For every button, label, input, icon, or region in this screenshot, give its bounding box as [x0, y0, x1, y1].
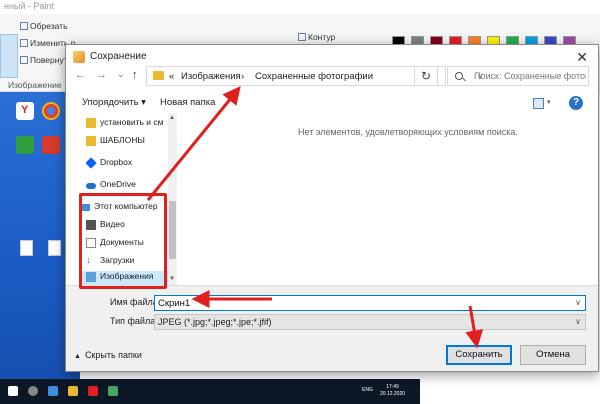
sidebar-item-label: установить и см — [100, 117, 164, 127]
yandex-icon[interactable] — [88, 386, 98, 396]
search-input[interactable]: Поиск: Сохраненные фотог... — [447, 66, 589, 86]
outline-button[interactable]: Контур — [298, 32, 335, 42]
camtasia-icon[interactable] — [16, 136, 34, 154]
view-options-button[interactable]: ▾ — [529, 97, 555, 111]
rotate-icon — [20, 56, 28, 64]
file-icon[interactable] — [48, 240, 61, 256]
dialog-toolbar: Упорядочить ▾ Новая папка ▾ ? — [66, 94, 598, 114]
address-separator: › — [241, 71, 245, 82]
cut-label: Обрезать — [30, 21, 68, 31]
scrollbar-thumb[interactable] — [169, 201, 176, 259]
folder-icon — [86, 118, 96, 128]
sidebar-item-label: OneDrive — [100, 179, 136, 189]
cut-button[interactable]: Обрезать — [20, 21, 68, 31]
sidebar-item-templates[interactable]: ШАБЛОНЫ — [86, 135, 178, 149]
refresh-button[interactable]: ↻ — [414, 66, 438, 86]
taskview-icon[interactable] — [48, 386, 58, 396]
dropbox-icon — [86, 157, 97, 169]
recent-button[interactable]: ⌄ — [117, 69, 125, 80]
view-icon — [533, 98, 544, 109]
forward-button[interactable]: → — [96, 69, 107, 81]
taskbar: ENG 17:49 20.12.2020 — [0, 379, 420, 404]
chevron-up-icon: ▲ — [74, 353, 81, 360]
search-icon — [455, 72, 463, 80]
search-icon[interactable] — [28, 386, 38, 396]
cloud-icon — [86, 183, 96, 189]
paint-app-icon — [73, 51, 85, 63]
hide-folders-button[interactable]: ▲ Скрыть папки — [74, 350, 142, 360]
clock-time: 17:49 — [386, 384, 399, 390]
address-bar[interactable]: « Изображения › Сохраненные фотографии ∨ — [146, 66, 483, 86]
paint-title: нный - Paint — [0, 0, 600, 14]
cancel-button[interactable]: Отмена — [520, 345, 586, 365]
resize-icon — [20, 39, 28, 47]
filetype-label: Тип файла: — [110, 316, 158, 326]
annotation-highlight-box — [79, 193, 167, 289]
folder-icon — [86, 136, 96, 146]
outline-label: Контур — [308, 32, 336, 42]
explorer-icon[interactable] — [68, 386, 78, 396]
filename-input[interactable]: Скрин1 ∨ — [154, 295, 586, 311]
empty-message: Нет элементов, удовлетворяющих условиям … — [298, 127, 518, 137]
sidebar-item-dropbox[interactable]: Dropbox — [86, 157, 178, 171]
chevron-down-icon[interactable]: ∨ — [575, 298, 581, 307]
up-button[interactable]: ↑ — [132, 69, 138, 81]
save-options-panel: Имя файла: Скрин1 ∨ Тип файла: JPEG (*.j… — [66, 285, 598, 371]
save-button[interactable]: Сохранить — [446, 345, 512, 365]
new-folder-button[interactable]: Новая папка — [160, 97, 215, 108]
paint-title-text: нный - Paint — [4, 1, 54, 11]
chrome-icon[interactable] — [42, 102, 60, 120]
sidebar-item-install[interactable]: установить и см — [86, 117, 178, 131]
filetype-select[interactable]: JPEG (*.jpg;*.jpeg;*.jpe;*.jfif) ∨ — [154, 314, 586, 330]
taskbar-clock[interactable]: 17:49 20.12.2020 — [380, 384, 405, 398]
sidebar-item-label: Dropbox — [100, 157, 133, 167]
search-placeholder: Поиск: Сохраненные фотог... — [474, 71, 586, 81]
chevron-down-icon[interactable]: ∨ — [575, 317, 581, 326]
sidebar-item-onedrive[interactable]: OneDrive — [86, 179, 178, 193]
address-segment-images[interactable]: Изображения — [181, 71, 241, 82]
scroll-up-icon[interactable]: ▲ — [169, 115, 175, 121]
filename-label: Имя файла: — [110, 297, 161, 307]
rotate-button[interactable]: Повернут — [20, 55, 68, 65]
lang-indicator[interactable]: ENG — [362, 387, 373, 393]
outline-icon — [298, 33, 306, 41]
chevron-down-icon: ▾ — [547, 99, 551, 106]
image-group-label: Изображение — [8, 80, 62, 90]
file-list[interactable]: Нет элементов, удовлетворяющих условиям … — [178, 113, 598, 285]
close-button[interactable]: ✕ — [576, 49, 588, 66]
folder-icon — [153, 71, 164, 80]
organize-button[interactable]: Упорядочить ▾ — [82, 97, 146, 108]
filetype-value: JPEG (*.jpg;*.jpeg;*.jpe;*.jfif) — [158, 317, 272, 327]
file-icon[interactable] — [20, 240, 33, 256]
yandex-icon[interactable]: Y — [16, 102, 34, 120]
nav-row: ← → ⌄ ↑ « Изображения › Сохраненные фото… — [66, 65, 598, 89]
address-overflow[interactable]: « — [169, 71, 174, 82]
start-icon[interactable] — [8, 386, 18, 396]
paste-button[interactable] — [0, 34, 18, 78]
app-icon[interactable] — [42, 136, 60, 154]
scroll-down-icon[interactable]: ▼ — [169, 276, 175, 282]
hide-folders-label: Скрыть папки — [84, 350, 142, 360]
filename-value: Скрин1 — [158, 298, 191, 309]
clock-date: 20.12.2020 — [380, 391, 406, 397]
dialog-title: Сохранение — [90, 51, 147, 62]
help-button[interactable]: ? — [569, 96, 583, 110]
sidebar-scrollbar[interactable]: ▲ ▼ — [168, 113, 177, 285]
sidebar-item-label: ШАБЛОНЫ — [100, 135, 145, 145]
rotate-label: Повернут — [30, 55, 68, 65]
crop-icon — [20, 22, 28, 30]
back-button[interactable]: ← — [75, 69, 86, 81]
app-icon[interactable] — [108, 386, 118, 396]
address-segment-saved-photos[interactable]: Сохраненные фотографии — [255, 71, 373, 82]
